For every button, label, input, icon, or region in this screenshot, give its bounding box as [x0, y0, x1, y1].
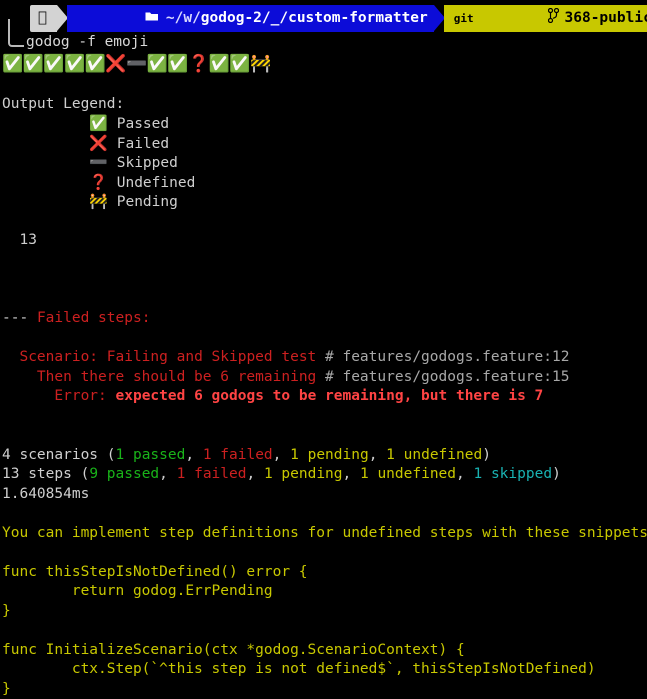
sep: ,: [185, 447, 202, 463]
shell-prompt-bar:  ~/w/godog-2/_/custom-formatter git: [0, 5, 647, 32]
failed-scenario-location: # features/godogs.feature:12: [325, 349, 569, 365]
snippet-line: return godog.ErrPending: [0, 582, 647, 602]
failed-step-location: # features/godogs.feature:15: [325, 369, 569, 385]
sep: ,: [246, 466, 263, 482]
apple-logo-icon: : [38, 10, 47, 25]
legend-label-undefined: Undefined: [117, 175, 196, 191]
git-label: git: [454, 9, 474, 29]
summary-steps-line: 13 steps (9 passed, 1 failed, 1 pending,…: [0, 465, 647, 485]
spacer: [0, 543, 647, 563]
undefined-icon: ❓: [89, 173, 108, 191]
sep: ,: [273, 447, 290, 463]
snippet-line: func thisStepIsNotDefined() error {: [0, 563, 647, 583]
spacer: [0, 251, 647, 271]
spacer: [0, 621, 647, 641]
failed-steps-heading: --- Failed steps:: [0, 309, 647, 329]
spacer: [0, 407, 647, 427]
folder-icon: [75, 0, 159, 48]
failed-error-line: Error: expected 6 godogs to be remaining…: [0, 387, 647, 407]
summary-steps-skipped: 1 skipped: [473, 466, 552, 482]
legend-title: Output Legend:: [0, 95, 647, 115]
emoji-progress-row: ✅✅✅✅✅❌➖✅✅❓✅✅🚧: [0, 53, 647, 75]
error-message: expected 6 godogs to be remaining, but t…: [116, 388, 544, 404]
summary-scenarios-failed: 1 failed: [203, 447, 273, 463]
pending-icon: 🚧: [89, 192, 108, 210]
spacer: [0, 504, 647, 524]
legend-item-passed: ✅ Passed: [0, 114, 647, 134]
summary-steps-count: 13 steps (: [2, 466, 89, 482]
summary-steps-passed: 9 passed: [89, 466, 159, 482]
git-branch-name: 368-public-formatter: [565, 9, 647, 29]
step-count-line: 13: [0, 231, 647, 251]
skipped-icon: ➖: [89, 153, 108, 171]
spacer: [0, 290, 647, 310]
snippet-line: }: [0, 602, 647, 622]
sep: ,: [369, 447, 386, 463]
sep: ,: [456, 466, 473, 482]
terminal-window:  ~/w/godog-2/_/custom-formatter git: [0, 5, 647, 627]
snippets-intro: You can implement step definitions for u…: [0, 524, 647, 544]
passed-icon: ✅: [89, 114, 108, 132]
sep: ,: [343, 466, 360, 482]
prompt-path-main: godog-2/_/custom-formatter: [201, 9, 428, 29]
summary-duration: 1.640854ms: [0, 485, 647, 505]
failed-scenario-line: Scenario: Failing and Skipped test # fea…: [0, 348, 647, 368]
spacer: [0, 270, 647, 290]
summary-scenarios-line: 4 scenarios (1 passed, 1 failed, 1 pendi…: [0, 446, 647, 466]
failed-icon: ❌: [89, 134, 108, 152]
snippet-line: ctx.Step(`^this step is not defined$`, t…: [0, 660, 647, 680]
prompt-segment-git: git 368-public-formatter !2 ?2: [444, 5, 647, 32]
legend-label-pending: Pending: [117, 194, 178, 210]
legend-label-failed: Failed: [117, 136, 169, 152]
failed-steps-rule: ---: [2, 310, 28, 326]
spacer: [0, 212, 647, 232]
close-paren: ): [552, 466, 561, 482]
summary-steps-undefined: 1 undefined: [360, 466, 456, 482]
spacer: [0, 426, 647, 446]
legend-item-failed: ❌ Failed: [0, 134, 647, 154]
failed-step-line: Then there should be 6 remaining # featu…: [0, 368, 647, 388]
prompt-path-prefix: ~/w/: [166, 9, 201, 29]
summary-scenarios-undefined: 1 undefined: [386, 447, 482, 463]
close-paren: ): [482, 447, 491, 463]
prompt-segment-apple: : [30, 5, 57, 32]
legend-item-skipped: ➖ Skipped: [0, 153, 647, 173]
error-label: Error:: [54, 388, 106, 404]
spacer: [0, 329, 647, 349]
sep: ,: [159, 466, 176, 482]
summary-scenarios-passed: 1 passed: [116, 447, 186, 463]
git-branch-icon: [478, 0, 559, 49]
summary-steps-failed: 1 failed: [177, 466, 247, 482]
failed-steps-title: Failed steps:: [37, 310, 151, 326]
snippet-line: }: [0, 680, 647, 699]
snippet-line: func InitializeScenario(ctx *godog.Scena…: [0, 641, 647, 661]
failed-scenario-label: Scenario: Failing and Skipped test: [19, 349, 316, 365]
summary-scenarios-count: 4 scenarios (: [2, 447, 116, 463]
spacer: [0, 75, 647, 95]
summary-steps-pending: 1 pending: [264, 466, 343, 482]
step-count-value: 13: [19, 232, 36, 248]
legend-item-pending: 🚧 Pending: [0, 192, 647, 212]
legend-item-undefined: ❓ Undefined: [0, 173, 647, 193]
failed-step-label: Then there should be 6 remaining: [37, 369, 316, 385]
legend-label-skipped: Skipped: [117, 155, 178, 171]
summary-scenarios-pending: 1 pending: [290, 447, 369, 463]
prompt-segment-path: ~/w/godog-2/_/custom-formatter: [67, 5, 434, 32]
legend-label-passed: Passed: [117, 116, 169, 132]
